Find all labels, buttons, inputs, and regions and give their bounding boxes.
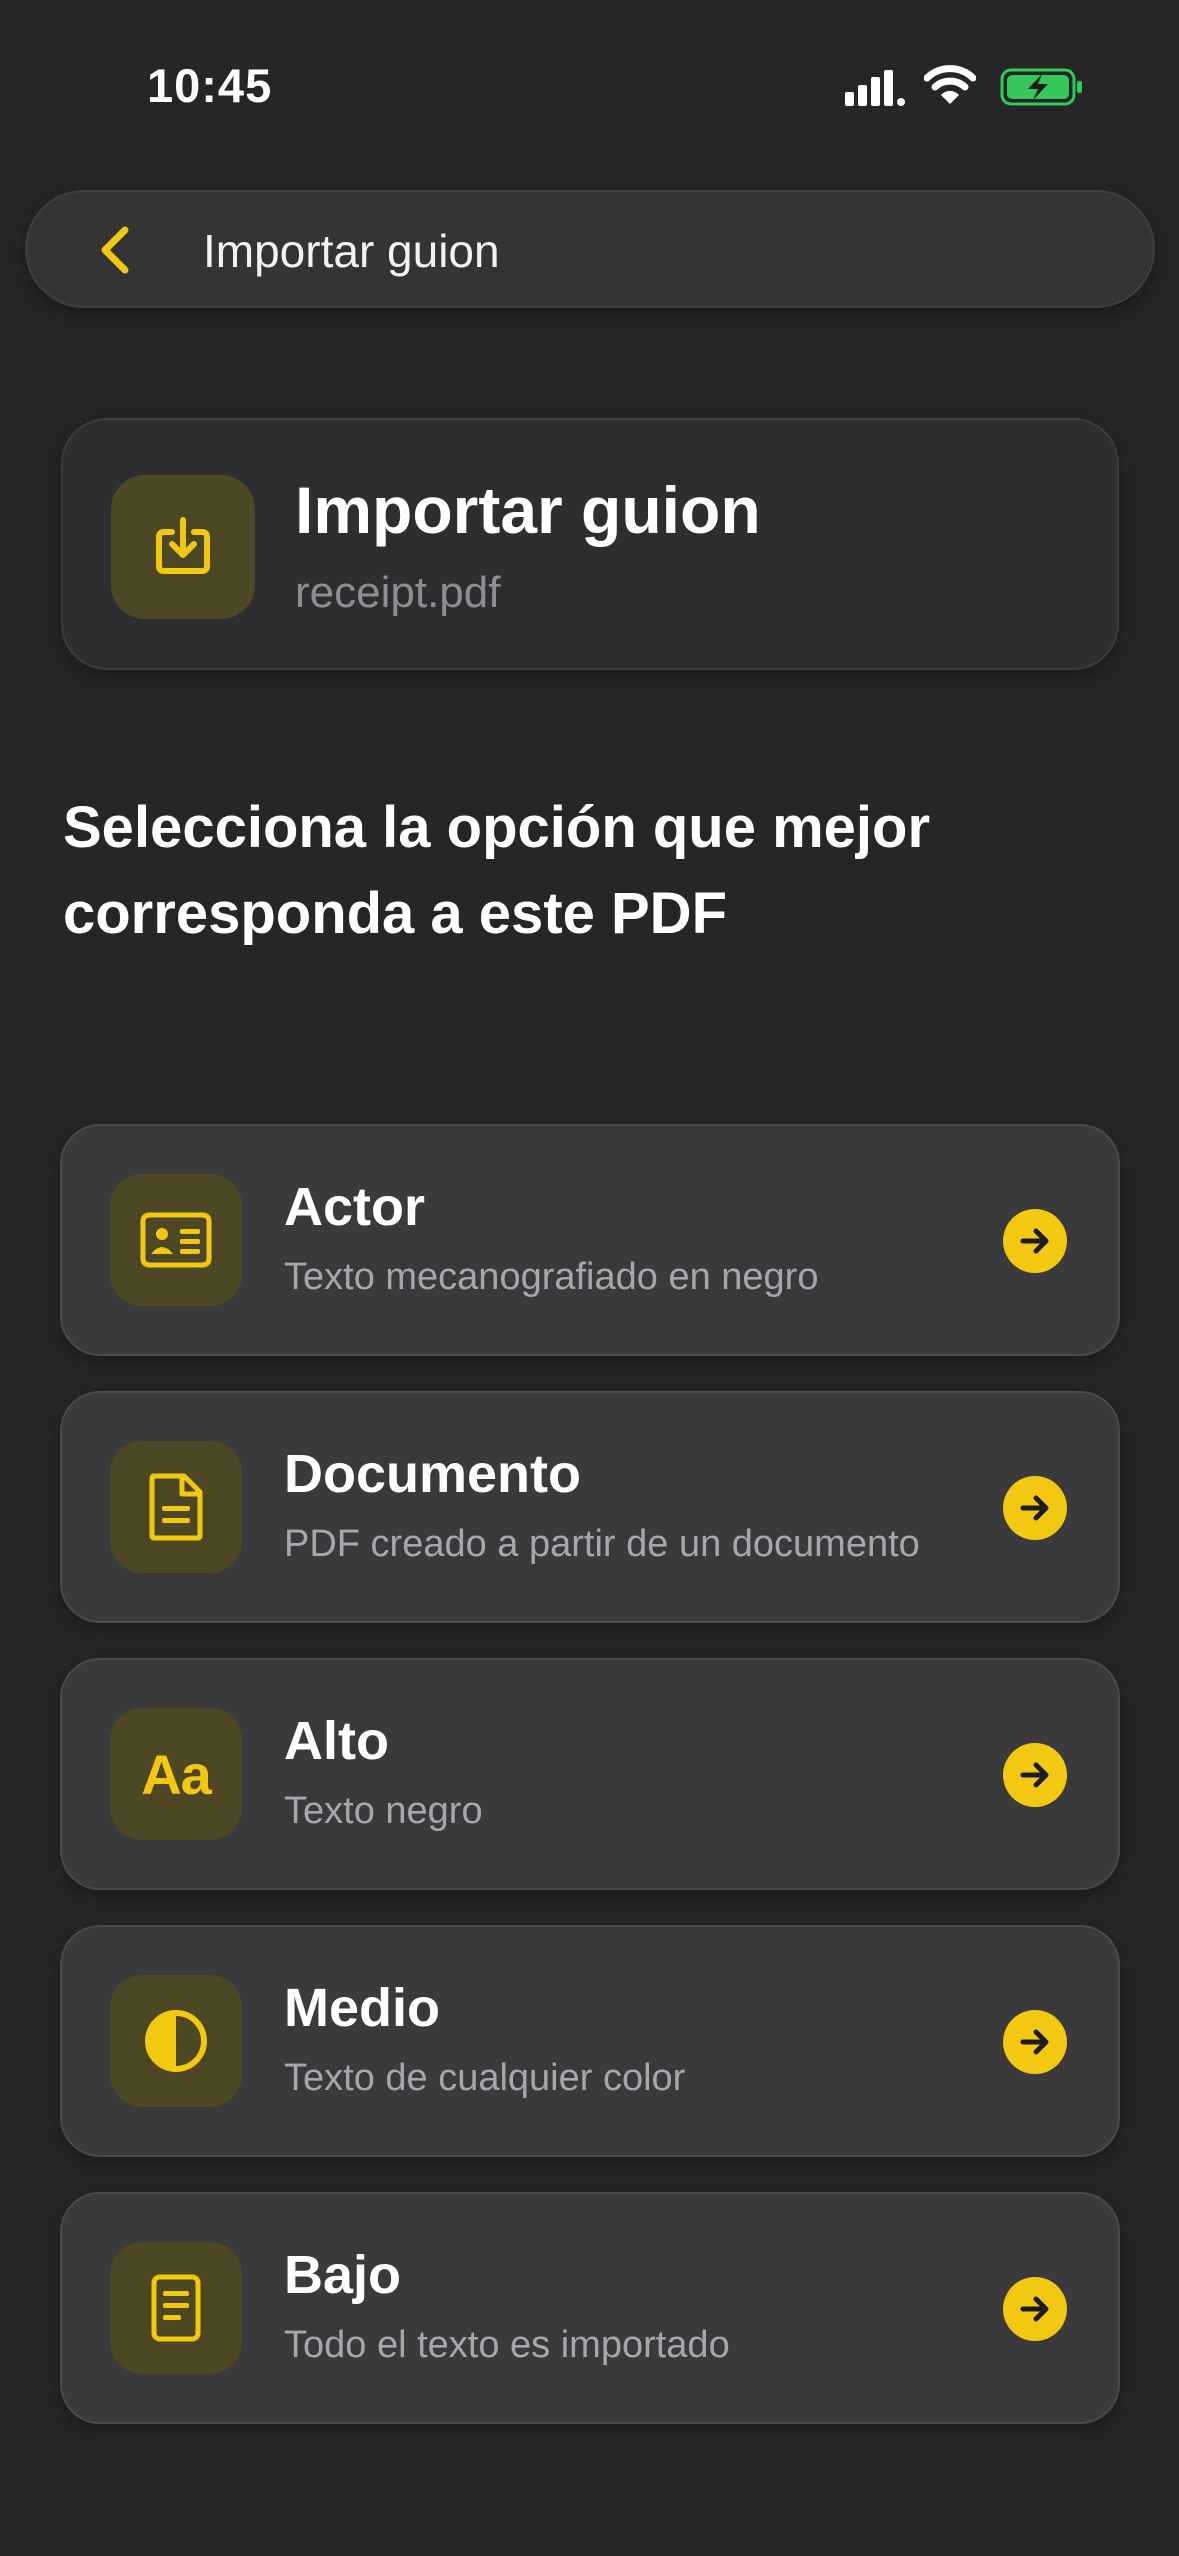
option-subtitle: Texto de cualquier color xyxy=(284,2057,686,2099)
option-medio[interactable]: Medio Texto de cualquier color xyxy=(60,1925,1120,2157)
option-icon-tile: Aa xyxy=(110,1708,242,1840)
wifi-icon xyxy=(924,65,976,104)
document-icon xyxy=(149,1473,203,1541)
note-icon xyxy=(151,2274,201,2342)
cellular-signal-icon xyxy=(845,70,905,106)
text-size-icon: Aa xyxy=(141,1742,212,1806)
option-title: Bajo xyxy=(284,2245,402,2305)
status-bar: 10:45 xyxy=(0,0,1179,175)
option-icon-tile xyxy=(110,1441,242,1573)
option-subtitle: Texto mecanografiado en negro xyxy=(284,1256,819,1298)
option-icon-tile xyxy=(110,2242,242,2374)
nav-title: Importar guion xyxy=(203,225,500,277)
selection-prompt: Selecciona la opción que mejor correspon… xyxy=(63,795,931,946)
file-name: receipt.pdf xyxy=(295,568,501,617)
option-actor[interactable]: Actor Texto mecanografiado en negro xyxy=(60,1124,1120,1356)
file-card-title: Importar guion xyxy=(295,473,761,547)
status-time: 10:45 xyxy=(147,59,273,112)
file-card: Importar guion receipt.pdf xyxy=(61,418,1119,670)
option-documento[interactable]: Documento PDF creado a partir de un docu… xyxy=(60,1391,1120,1623)
battery-charging-icon xyxy=(1000,68,1082,106)
option-title: Documento xyxy=(284,1444,581,1504)
id-card-icon xyxy=(140,1212,212,1268)
file-icon-tile xyxy=(111,475,255,619)
option-title: Alto xyxy=(284,1711,389,1771)
chevron-left-icon[interactable] xyxy=(87,220,147,280)
option-icon-tile xyxy=(110,1975,242,2107)
option-subtitle: Todo el texto es importado xyxy=(284,2324,730,2366)
navigation-bar: Importar guion xyxy=(25,190,1155,308)
download-tray-icon xyxy=(156,517,210,574)
option-icon-tile xyxy=(110,1174,242,1306)
arrow-right-icon[interactable] xyxy=(1003,1743,1067,1807)
option-title: Medio xyxy=(284,1978,440,2038)
screen: 10:45 Importar guion Importar guion rece… xyxy=(0,0,1179,2556)
contrast-icon xyxy=(145,2010,207,2072)
option-title: Actor xyxy=(284,1177,426,1237)
arrow-right-icon[interactable] xyxy=(1003,1476,1067,1540)
arrow-right-icon[interactable] xyxy=(1003,2277,1067,2341)
arrow-right-icon[interactable] xyxy=(1003,2010,1067,2074)
arrow-right-icon[interactable] xyxy=(1003,1209,1067,1273)
option-subtitle: PDF creado a partir de un documento xyxy=(284,1523,920,1565)
option-subtitle: Texto negro xyxy=(284,1790,483,1832)
option-alto[interactable]: Aa Alto Texto negro xyxy=(60,1658,1120,1890)
option-bajo[interactable]: Bajo Todo el texto es importado xyxy=(60,2192,1120,2424)
